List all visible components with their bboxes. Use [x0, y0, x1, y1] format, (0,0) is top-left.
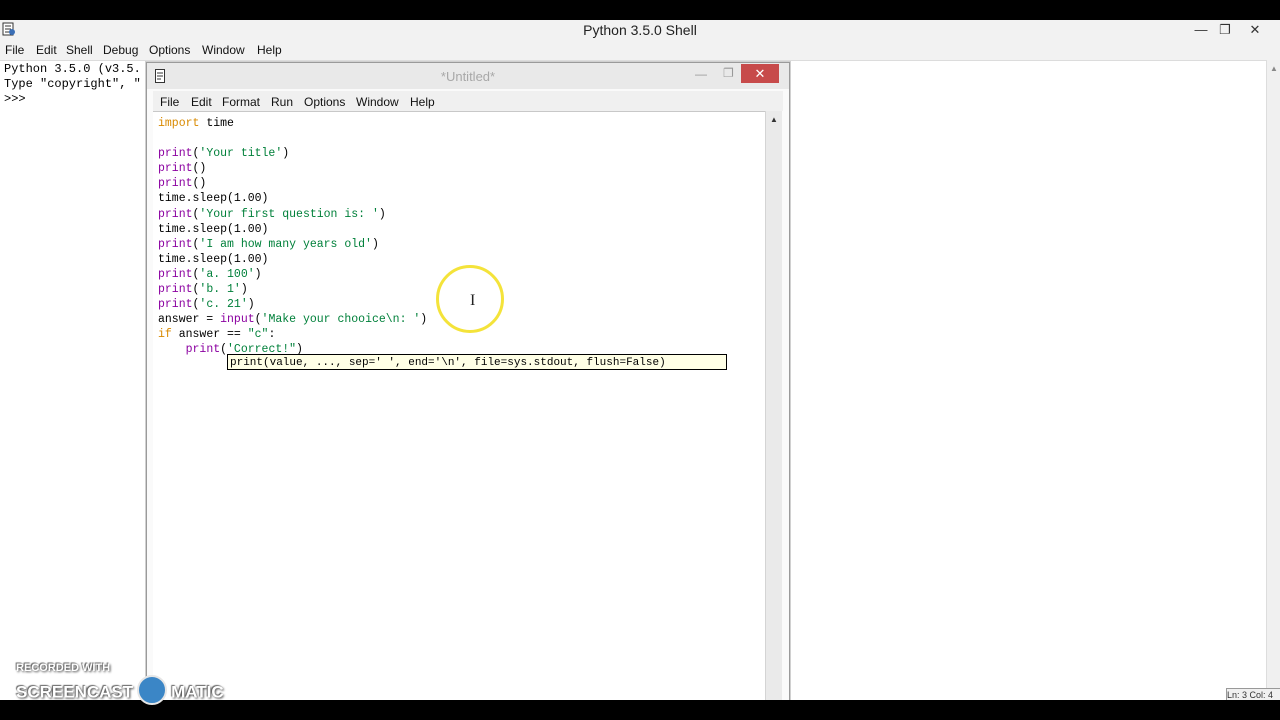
- calltip-tooltip: print(value, ..., sep=' ', end='\n', fil…: [227, 354, 727, 370]
- shell-menu-window[interactable]: Window: [202, 43, 245, 57]
- shell-menu-help[interactable]: Help: [257, 43, 282, 57]
- shell-menu-debug[interactable]: Debug: [103, 43, 138, 57]
- shell-menubar: File Edit Shell Debug Options Window Hel…: [0, 40, 1280, 61]
- editor-menu-options[interactable]: Options: [304, 95, 345, 109]
- ibeam-cursor-icon: I: [470, 292, 476, 309]
- screencast-logo-icon: [137, 675, 168, 705]
- code-line: answer = input('Make your chooice\n: '): [158, 313, 428, 327]
- code-line: time.sleep(1.00): [158, 252, 269, 266]
- code-line: print('c. 21'): [158, 298, 255, 312]
- shell-menu-file[interactable]: File: [5, 43, 24, 57]
- code-line: print(): [158, 177, 207, 191]
- scroll-up-arrow-icon[interactable]: ▲: [1270, 64, 1278, 73]
- shell-title: Python 3.5.0 Shell: [583, 22, 697, 38]
- editor-menu-run[interactable]: Run: [271, 95, 293, 109]
- code-line: import time: [158, 117, 234, 130]
- editor-menu-file[interactable]: File: [160, 95, 179, 109]
- code-line: time.sleep(1.00): [158, 192, 269, 206]
- shell-line: Type "copyright", ": [4, 77, 141, 91]
- shell-titlebar: Python 3.5.0 Shell — ❐ ✕: [0, 20, 1280, 40]
- editor-scrollbar[interactable]: ▲: [765, 111, 782, 701]
- editor-minimize-button[interactable]: —: [695, 67, 707, 81]
- editor-menu-window[interactable]: Window: [356, 95, 399, 109]
- editor-menu-help[interactable]: Help: [410, 95, 435, 109]
- scroll-up-arrow-icon[interactable]: ▲: [770, 115, 778, 124]
- code-line: print('b. 1'): [158, 283, 248, 297]
- editor-titlebar[interactable]: *Untitled* — ❐ ✕: [147, 63, 789, 89]
- code-line: print(): [158, 162, 207, 176]
- watermark-line2: SCREENCAST MATIC: [16, 675, 224, 708]
- editor-maximize-button[interactable]: ❐: [723, 66, 734, 80]
- shell-prompt: >>>: [4, 92, 26, 106]
- watermark-line1: RECORDED WITH: [16, 662, 111, 674]
- top-letterbox: [0, 0, 1280, 20]
- code-line: print('Your first question is: '): [158, 207, 386, 221]
- watermark-word1: SCREENCAST: [16, 682, 134, 702]
- restore-button[interactable]: ❐: [1210, 20, 1240, 40]
- code-line: print('I am how many years old'): [158, 237, 379, 251]
- shell-menu-shell[interactable]: Shell: [66, 43, 93, 57]
- editor-menubar: File Edit Format Run Options Window Help: [153, 91, 783, 111]
- watermark-word2: MATIC: [171, 682, 224, 702]
- shell-line: Python 3.5.0 (v3.5.: [4, 62, 141, 76]
- shell-menu-options[interactable]: Options: [149, 43, 190, 57]
- editor-menu-format[interactable]: Format: [222, 95, 260, 109]
- shell-output[interactable]: Python 3.5.0 (v3.5. Type "copyright", " >>…: [4, 62, 141, 107]
- code-editor[interactable]: import time print('Your title') print() pr…: [153, 111, 765, 702]
- editor-close-button[interactable]: ✕: [741, 64, 779, 83]
- code-block: import time print('Your title') print() pr…: [158, 116, 427, 358]
- screencast-watermark: RECORDED WITH SCREENCAST MATIC: [16, 662, 224, 705]
- editor-title: *Untitled*: [440, 69, 496, 84]
- code-line: print('a. 100'): [158, 267, 262, 281]
- code-line: print('Your title'): [158, 147, 290, 161]
- editor-window: *Untitled* — ❐ ✕ File Edit Format Run Op…: [146, 62, 790, 702]
- shell-scrollbar[interactable]: ▲: [1266, 60, 1280, 700]
- shell-menu-edit[interactable]: Edit: [36, 43, 57, 57]
- close-button[interactable]: ✕: [1240, 20, 1270, 40]
- code-line: time.sleep(1.00): [158, 222, 269, 236]
- editor-menu-edit[interactable]: Edit: [191, 95, 212, 109]
- code-line: if answer == "c":: [158, 328, 276, 342]
